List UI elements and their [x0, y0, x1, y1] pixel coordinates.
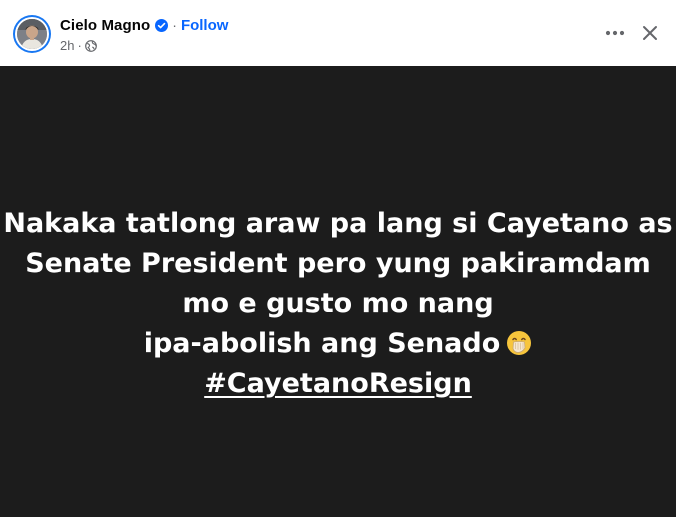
post-timestamp[interactable]: 2h	[60, 38, 74, 53]
post-text-line-2: Senate President pero yung pakiramdam	[25, 248, 651, 279]
avatar-photo	[17, 19, 47, 49]
meta-separator: ·	[77, 37, 82, 53]
close-icon	[643, 26, 657, 40]
more-options-icon	[605, 30, 625, 36]
post-text-line-4-text: ipa-abolish ang Senado	[143, 328, 501, 359]
author-line: Cielo Magno · Follow	[60, 16, 228, 34]
close-button[interactable]	[634, 17, 666, 49]
globe-icon[interactable]	[84, 39, 97, 52]
face-with-hand-over-mouth-emoji-icon	[506, 328, 532, 355]
author-name[interactable]: Cielo Magno	[60, 17, 150, 34]
name-separator: ·	[172, 17, 177, 33]
author-avatar[interactable]	[13, 15, 51, 53]
post-text-line-1: Nakaka tatlong araw pa lang si Cayetano …	[3, 208, 673, 239]
post-text-line-4: ipa-abolish ang Senado	[0, 324, 676, 364]
more-options-button[interactable]	[597, 19, 633, 47]
verified-badge-icon	[155, 18, 169, 32]
follow-button[interactable]: Follow	[181, 17, 229, 34]
avatar-image	[17, 19, 47, 49]
post-text: Nakaka tatlong araw pa lang si Cayetano …	[0, 204, 676, 404]
avatar-ring	[15, 17, 49, 51]
post-header: Cielo Magno · Follow 2h ·	[0, 0, 676, 66]
hashtag-link[interactable]: #CayetanoResign	[204, 368, 472, 399]
post-content: Nakaka tatlong araw pa lang si Cayetano …	[0, 66, 676, 517]
post-card: Cielo Magno · Follow 2h · Nakaka tatlong…	[0, 0, 676, 517]
post-text-line-3: mo e gusto mo nang	[182, 288, 494, 319]
post-meta: 2h ·	[60, 37, 97, 53]
post-text-line-5: #CayetanoResign	[0, 364, 676, 404]
